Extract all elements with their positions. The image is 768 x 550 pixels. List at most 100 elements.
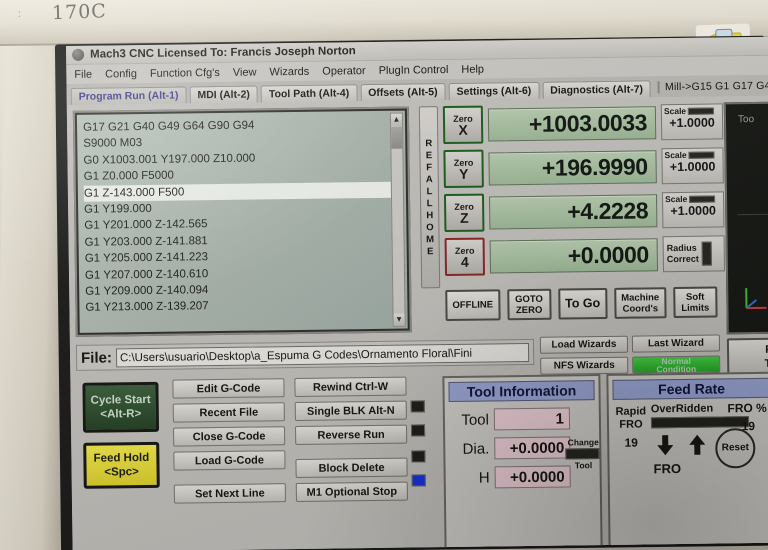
axis-label-x: X	[458, 121, 468, 138]
load-gcode-button[interactable]: Load G-Code	[173, 450, 286, 471]
tab-diagnostics[interactable]: Diagnostics (Alt-7)	[542, 80, 652, 99]
dia-label: Dia.	[462, 439, 490, 458]
gcode-file-buttons: Edit G-Code Recent File Close G-Code Loa…	[172, 378, 286, 508]
tab-program-run[interactable]: Program Run (Alt-1)	[70, 86, 187, 105]
fro-reset-button[interactable]: Reset	[715, 428, 756, 469]
window-title: Mach3 CNC Licensed To: Francis Joseph No…	[90, 45, 356, 61]
tab-mdi[interactable]: MDI (Alt-2)	[189, 85, 259, 104]
gcode-listing-panel: G17 G21 G40 G49 G64 G90 G94 S9000 M03 G0…	[72, 106, 412, 337]
rapid-fro-value[interactable]: 19	[613, 435, 649, 450]
radius-correct-toggle[interactable]: Radius Correct	[662, 235, 726, 273]
toolpath-axis-indicator-icon	[745, 288, 767, 310]
axis-label-4: 4	[460, 253, 469, 270]
run-mode-leds	[410, 376, 428, 498]
scale-z[interactable]: Scale +1.0000	[661, 191, 725, 229]
change-tool-led-icon	[565, 448, 600, 460]
file-path-bar: File: C:\Users\usuario\Desktop\a_Espuma …	[75, 338, 535, 371]
tool-number-value[interactable]: 1	[493, 407, 571, 431]
zero-4-button[interactable]: Zero 4	[444, 237, 486, 277]
tab-settings[interactable]: Settings (Alt-6)	[448, 81, 540, 100]
radius-correct-label-2: Correct	[666, 253, 699, 265]
scale-label: Scale	[664, 193, 688, 205]
dro-row-y: Zero Y +196.9990 Scale +1.0000	[443, 144, 724, 190]
regenerate-toolpath-button[interactable]: Regen Toolpa	[726, 336, 768, 375]
recent-file-button[interactable]: Recent File	[172, 402, 285, 423]
file-label: File:	[80, 348, 113, 367]
scale-value-y: +1.0000	[669, 159, 716, 175]
ref-all-home-button[interactable]: REF ALL HOME	[418, 106, 441, 289]
dro-mode-buttons: OFFLINE GOTO ZERO To Go Machine Coord's …	[445, 286, 718, 322]
goto-zero-button[interactable]: GOTO ZERO	[506, 288, 552, 321]
zero-z-button[interactable]: Zero Z	[443, 193, 485, 233]
set-next-line-button[interactable]: Set Next Line	[173, 483, 286, 504]
last-wizard-button[interactable]: Last Wizard	[631, 334, 721, 353]
dro-row-x: Zero X +1003.0033 Scale +1.0000	[442, 100, 724, 146]
gcode-modal-status: Mill->G15 G1 G17 G40 G21 G9	[657, 79, 768, 93]
edit-gcode-button[interactable]: Edit G-Code	[172, 378, 285, 399]
cycle-start-button[interactable]: Cycle Start <Alt-R>	[82, 381, 160, 433]
load-wizards-button[interactable]: Load Wizards	[539, 335, 629, 354]
single-block-led-icon	[410, 400, 425, 413]
radius-correct-label-1: Radius	[666, 242, 697, 254]
dia-value[interactable]: +0.0000	[494, 436, 571, 460]
gcode-scrollbar[interactable]: ▲ ▼	[389, 112, 406, 327]
m1-optional-stop-button[interactable]: M1 Optional Stop	[295, 481, 408, 503]
scale-led-icon	[688, 107, 715, 115]
reverse-run-button[interactable]: Reverse Run	[294, 424, 408, 446]
menu-item-function-cfgs[interactable]: Function Cfg's	[150, 66, 220, 79]
scale-y[interactable]: Scale +1.0000	[661, 147, 724, 185]
handwritten-note: 170C	[51, 0, 108, 25]
dro-value-x[interactable]: +1003.0033	[487, 105, 657, 141]
dro-value-z[interactable]: +4.2228	[488, 193, 658, 229]
scroll-up-icon[interactable]: ▲	[390, 113, 403, 126]
file-path-input[interactable]: C:\Users\usuario\Desktop\a_Espuma G Code…	[115, 342, 530, 367]
soft-limits-button[interactable]: Soft Limits	[673, 286, 718, 319]
scale-x[interactable]: Scale +1.0000	[660, 103, 724, 141]
gcode-list[interactable]: G17 G21 G40 G49 G64 G90 G94 S9000 M03 G0…	[76, 110, 408, 333]
h-label: H	[478, 468, 490, 487]
scale-value-x: +1.0000	[669, 115, 715, 131]
workspace: G17 G21 G40 G49 G64 G90 G94 S9000 M03 G0…	[66, 95, 768, 550]
h-value[interactable]: +0.0000	[494, 465, 571, 489]
scroll-down-icon[interactable]: ▼	[393, 313, 405, 326]
menu-item-view[interactable]: View	[233, 66, 257, 78]
nfs-wizards-button[interactable]: NFS Wizards	[540, 356, 629, 375]
dro-value-4[interactable]: +0.0000	[489, 237, 658, 273]
menu-item-config[interactable]: Config	[105, 68, 137, 80]
menu-item-help[interactable]: Help	[461, 63, 484, 75]
scrollbar-thumb[interactable]	[391, 126, 403, 149]
change-tool-indicator[interactable]: Change Tool	[565, 437, 601, 470]
fro-decrease-icon[interactable]	[653, 433, 677, 457]
fro-label: FRO	[653, 460, 682, 477]
machine-coords-button[interactable]: Machine Coord's	[614, 287, 667, 319]
zero-x-button[interactable]: Zero X	[442, 105, 484, 145]
menu-item-plugin-control[interactable]: PlugIn Control	[379, 63, 449, 76]
gcode-line[interactable]: G1 Y213.000 Z-139.207	[85, 296, 403, 317]
tab-tool-path[interactable]: Tool Path (Alt-4)	[260, 84, 358, 103]
to-go-button[interactable]: To Go	[557, 287, 608, 320]
run-mode-buttons: Rewind Ctrl-W Single BLK Alt-N Reverse R…	[294, 376, 408, 507]
close-gcode-button[interactable]: Close G-Code	[173, 426, 286, 447]
block-delete-button[interactable]: Block Delete	[295, 457, 408, 479]
tool-label: Tool	[461, 410, 490, 429]
menu-item-operator[interactable]: Operator	[322, 65, 366, 78]
rapid-fro-label: Rapid FRO	[615, 405, 647, 431]
rewind-button[interactable]: Rewind Ctrl-W	[294, 376, 407, 398]
photo-background: : 170C 8 Mach3 CNC Licensed To: Francis …	[0, 0, 768, 550]
tab-offsets[interactable]: Offsets (Alt-5)	[360, 83, 446, 102]
fro-increase-icon[interactable]	[685, 433, 709, 457]
scale-led-icon	[688, 151, 715, 159]
zero-y-button[interactable]: Zero Y	[443, 149, 484, 189]
offline-button[interactable]: OFFLINE	[445, 289, 501, 322]
single-block-button[interactable]: Single BLK Alt-N	[294, 400, 407, 422]
toolpath-gridline-h	[737, 213, 768, 216]
dro-value-y[interactable]: +196.9990	[488, 149, 657, 185]
tool-information-title: Tool Information	[448, 380, 595, 403]
feed-hold-button[interactable]: Feed Hold <Spc>	[83, 441, 160, 489]
block-delete-led-icon	[411, 450, 426, 463]
run-control-cluster: Cycle Start <Alt-R> Feed Hold <Spc> Edit…	[76, 372, 468, 550]
menu-item-file[interactable]: File	[74, 68, 92, 80]
menu-item-wizards[interactable]: Wizards	[269, 65, 309, 78]
toolpath-display[interactable]: Too	[723, 100, 768, 335]
dro-row-z: Zero Z +4.2228 Scale +1.0000	[443, 188, 725, 234]
